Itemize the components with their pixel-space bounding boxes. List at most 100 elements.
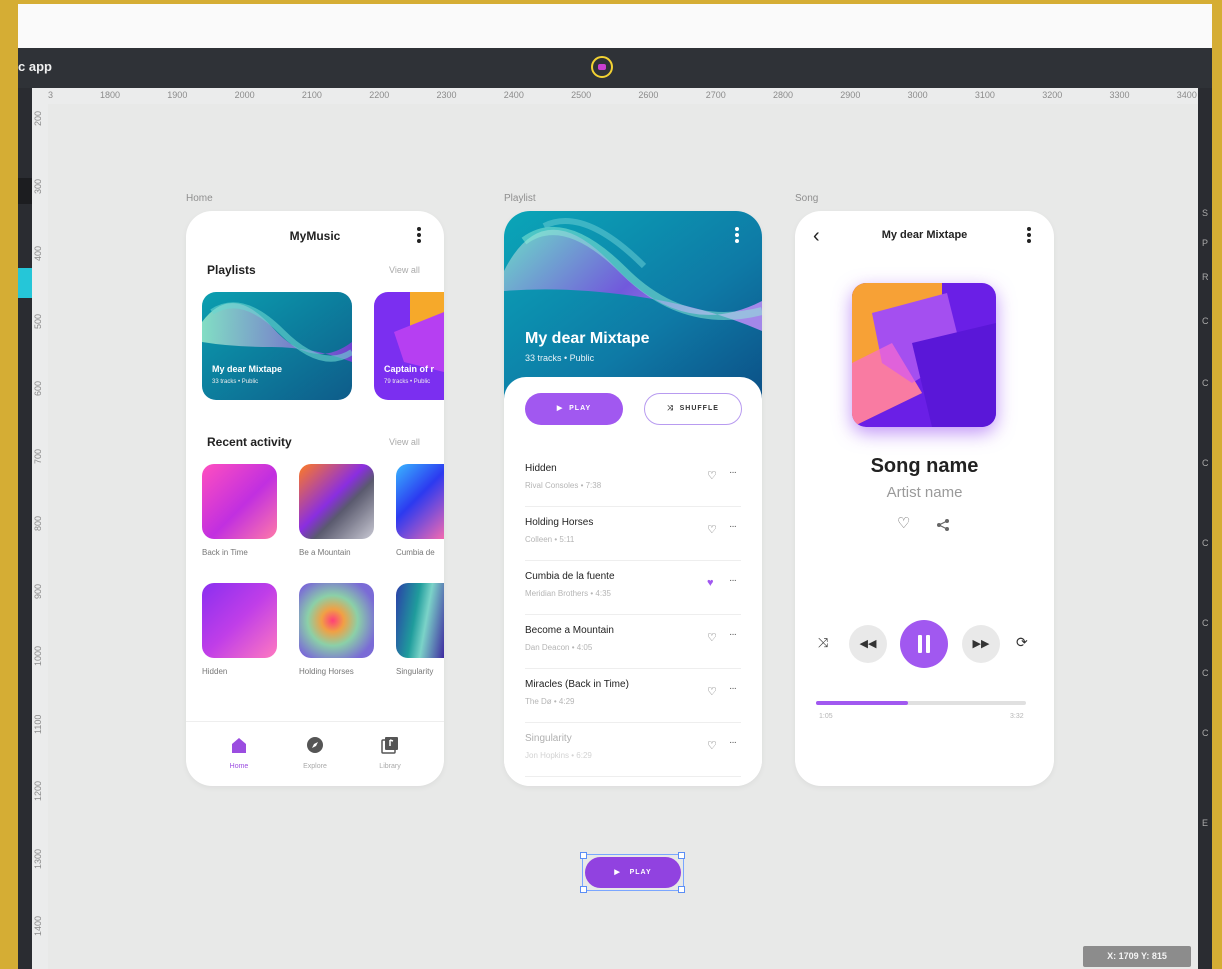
resize-handle[interactable] (678, 852, 685, 859)
ruler-tick: 3000 (907, 90, 928, 100)
playlist-screen[interactable]: My dear Mixtape 33 tracks • Public ▶ PLA… (504, 211, 762, 786)
panel-letter: P (1202, 238, 1209, 248)
shuffle-button[interactable]: ⤨ SHUFFLE (644, 393, 742, 425)
panel-letter: C (1202, 316, 1209, 326)
frame-label-song[interactable]: Song (795, 193, 818, 204)
more-horizontal-icon[interactable]: ··· (729, 467, 737, 478)
ruler-tick: 300 (33, 178, 43, 194)
more-horizontal-icon[interactable]: ··· (729, 683, 737, 694)
resize-handle[interactable] (678, 886, 685, 893)
user-avatar[interactable] (591, 56, 613, 78)
frame-label-playlist[interactable]: Playlist (504, 193, 536, 204)
fast-forward-icon: ▶▶ (972, 638, 990, 650)
view-all-playlists-link[interactable]: View all (389, 265, 420, 275)
more-horizontal-icon[interactable]: ··· (729, 575, 737, 586)
ruler-tick: 2300 (436, 90, 457, 100)
recent-tile-label: Holding Horses (299, 667, 354, 676)
recent-tile[interactable] (299, 464, 374, 539)
play-icon: ▶ (614, 869, 630, 876)
playlist-card[interactable]: Captain of r 79 tracks • Public (374, 292, 444, 400)
playlist-card-name: Captain of r (384, 364, 435, 374)
share-icon[interactable] (936, 518, 950, 532)
cursor-coordinates: X: 1709 Y: 815 (1083, 946, 1191, 967)
view-all-recent-link[interactable]: View all (389, 437, 420, 447)
more-horizontal-icon[interactable]: ··· (729, 629, 737, 640)
recent-tile-label: Back in Time (202, 548, 248, 557)
floating-play-button[interactable]: ▶ PLAY (585, 857, 681, 888)
resize-handle[interactable] (580, 852, 587, 859)
track-meta: Rival Consoles • 7:38 (525, 481, 602, 490)
song-screen[interactable]: ‹ My dear Mixtape Song name Artist name … (795, 211, 1054, 786)
more-vertical-icon[interactable] (417, 227, 421, 245)
ruler-tick: 2700 (705, 90, 726, 100)
ruler-tick: 2800 (773, 90, 794, 100)
recent-tile-label: Cumbia de (396, 548, 435, 557)
more-horizontal-icon[interactable]: ··· (729, 521, 737, 532)
frame-label-home[interactable]: Home (186, 193, 213, 204)
left-panel-selected-layer[interactable] (18, 268, 32, 298)
panel-letter: C (1202, 728, 1209, 738)
ruler-tick: 600 (33, 380, 43, 396)
repeat-icon[interactable]: ⟳ (1016, 634, 1028, 651)
heart-icon[interactable]: ♡ (707, 523, 717, 536)
track-meta: The Dø • 4:29 (525, 697, 575, 706)
playlist-card-name: My dear Mixtape (212, 364, 283, 374)
recent-tile-label: Be a Mountain (299, 548, 351, 557)
rewind-button[interactable]: ◀◀ (849, 625, 887, 663)
play-button[interactable]: ▶ PLAY (525, 393, 623, 425)
progress-bar[interactable] (816, 701, 1026, 705)
ruler-tick: 1000 (33, 645, 43, 666)
track-row[interactable]: Holding Horses Colleen • 5:11 ♡ ··· (525, 506, 741, 561)
ruler-tick: 1100 (33, 714, 43, 734)
more-vertical-icon[interactable] (1027, 227, 1031, 245)
track-row[interactable]: Hidden Rival Consoles • 7:38 ♡ ··· (525, 452, 741, 507)
pause-button[interactable] (900, 620, 948, 668)
more-vertical-icon[interactable] (735, 227, 739, 245)
track-row[interactable]: Cumbia de la fuente Meridian Brothers • … (525, 560, 741, 615)
fast-forward-button[interactable]: ▶▶ (962, 625, 1000, 663)
heart-filled-icon[interactable]: ♥ (707, 577, 714, 589)
play-icon: ▶ (556, 405, 570, 412)
floating-play-label: PLAY (629, 869, 652, 876)
ruler-tick: 400 (33, 245, 43, 261)
recent-tile-label: Singularity (396, 667, 434, 676)
nav-label-library: Library (379, 763, 401, 770)
play-button-label: PLAY (569, 405, 592, 412)
recent-tile[interactable] (396, 583, 444, 658)
track-row[interactable]: Miracles (Back in Time) The Dø • 4:29 ♡ … (525, 668, 741, 723)
track-row[interactable]: Become a Mountain Dan Deacon • 4:05 ♡ ··… (525, 614, 741, 669)
panel-letter: C (1202, 538, 1209, 548)
time-elapsed: 1:05 (819, 713, 833, 720)
track-row[interactable]: Singularity Jon Hopkins • 6:29 ♡ ··· (525, 722, 741, 777)
resize-handle[interactable] (580, 886, 587, 893)
panel-letter: C (1202, 618, 1209, 628)
properties-panel: S P R C C C C C C C E (1198, 88, 1212, 969)
recent-tile[interactable] (202, 464, 277, 539)
recent-tile[interactable] (396, 464, 444, 539)
recent-tile[interactable] (202, 583, 277, 658)
home-screen[interactable]: MyMusic Playlists View all My dear Mixta… (186, 211, 444, 786)
recent-tile[interactable] (299, 583, 374, 658)
heart-icon[interactable]: ♡ (897, 514, 910, 532)
ruler-tick: 2600 (638, 90, 659, 100)
left-panel (18, 88, 32, 969)
heart-icon[interactable]: ♡ (707, 469, 717, 482)
ruler-tick: 1900 (167, 90, 188, 100)
app-titlebar: c app (18, 48, 1212, 88)
track-meta: Meridian Brothers • 4:35 (525, 589, 611, 598)
track-meta: Dan Deacon • 4:05 (525, 643, 593, 652)
heart-icon[interactable]: ♡ (707, 631, 717, 644)
heart-icon[interactable]: ♡ (707, 739, 717, 752)
ruler-tick: 2200 (369, 90, 390, 100)
app-title: c app (18, 59, 52, 74)
ruler-tick: 700 (33, 448, 43, 464)
shuffle-icon: ⤨ (667, 405, 680, 412)
playlist-card[interactable]: My dear Mixtape 33 tracks • Public (202, 292, 352, 400)
horizontal-ruler: 3 1800 1900 2000 2100 2200 2300 2400 2500 2600 270… (32, 88, 1198, 105)
recent-activity-heading: Recent activity (207, 435, 292, 449)
heart-icon[interactable]: ♡ (707, 685, 717, 698)
shuffle-icon[interactable]: ⤨ (818, 635, 828, 651)
track-name: Hidden (525, 463, 557, 474)
track-name: Become a Mountain (525, 625, 614, 636)
more-horizontal-icon[interactable]: ··· (729, 737, 737, 748)
